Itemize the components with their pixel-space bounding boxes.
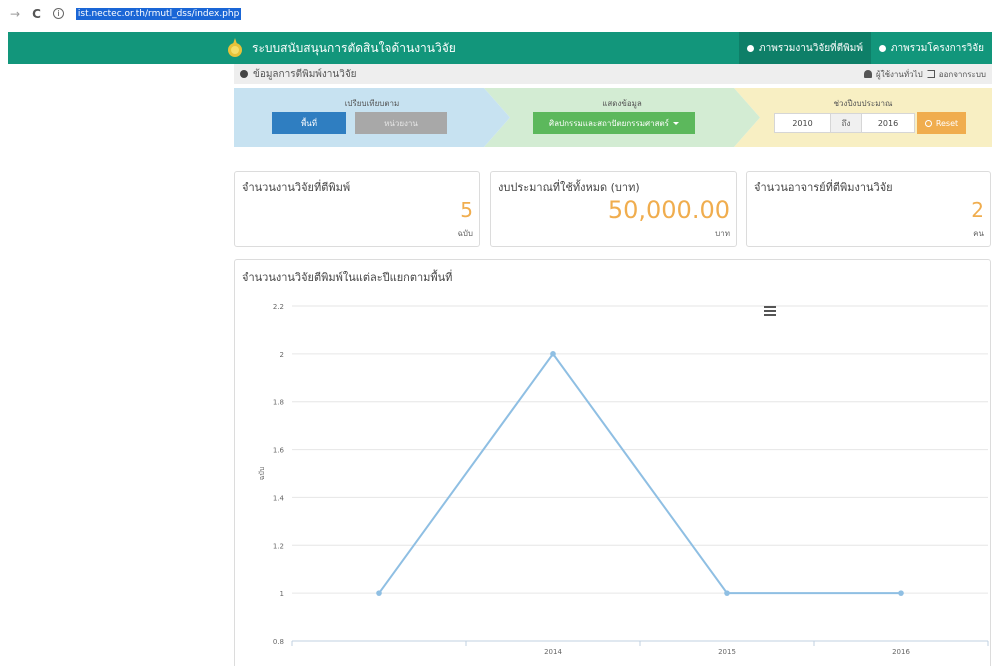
compare-area-button[interactable]: พื้นที่ — [272, 112, 346, 134]
faculty-dropdown[interactable]: ศิลปกรรมและสถาปัตยกรรมศาสตร์ — [533, 112, 695, 134]
data-point — [550, 351, 556, 357]
y-tick-label: 0.8 — [273, 638, 284, 646]
page: → C i ist.nectec.or.th/rmutl_dss/index.p… — [0, 0, 992, 666]
y-tick-label: 1 — [280, 590, 284, 598]
reset-icon — [924, 119, 932, 127]
series-line — [378, 352, 901, 595]
y-tick-label: 1.2 — [273, 542, 284, 550]
reset-label: Reset — [935, 118, 959, 128]
x-tick-label: 2014 — [544, 648, 562, 656]
display-data-section: แสดงข้อมูล ศิลปกรรมและสถาปัตยกรรมศาสตร์ — [484, 88, 760, 147]
y-tick-label: 1.8 — [273, 399, 284, 407]
y-tick-label: 2.2 — [273, 303, 284, 311]
data-point — [724, 590, 730, 596]
y-tick-label: 2 — [280, 351, 284, 359]
y-tick-label: 1.6 — [273, 447, 285, 455]
budget-year-section: ช่วงปีงบประมาณ 2010 ถึง 2016 Reset — [734, 88, 992, 147]
compare-unit-button[interactable]: หน่วยงาน — [355, 112, 447, 134]
compare-by-section: เปรียบเทียบตาม พื้นที่ หน่วยงาน — [234, 88, 510, 147]
year-to-input[interactable]: 2016 — [861, 113, 915, 133]
faculty-dropdown-label: ศิลปกรรมและสถาปัตยกรรมศาสตร์ — [549, 118, 669, 128]
data-point — [376, 590, 382, 596]
data-point — [898, 590, 904, 596]
budget-year-title: ช่วงปีงบประมาณ — [833, 99, 893, 108]
reset-button[interactable]: Reset — [917, 112, 966, 134]
x-tick-label: 2015 — [718, 648, 736, 656]
year-range-separator: ถึง — [831, 113, 861, 133]
x-tick-label: 2016 — [892, 648, 910, 656]
y-tick-label: 1.4 — [273, 494, 285, 502]
display-data-title: แสดงข้อมูล — [602, 99, 642, 108]
caret-down-icon — [672, 121, 679, 125]
y-axis-label: ฉบับ — [258, 467, 266, 481]
year-from-input[interactable]: 2010 — [774, 113, 831, 133]
compare-by-title: เปรียบเทียบตาม — [344, 99, 400, 108]
filter-bar: เปรียบเทียบตาม พื้นที่ หน่วยงาน แสดงข้อม… — [234, 88, 992, 147]
chart-menu-icon[interactable] — [764, 306, 776, 316]
